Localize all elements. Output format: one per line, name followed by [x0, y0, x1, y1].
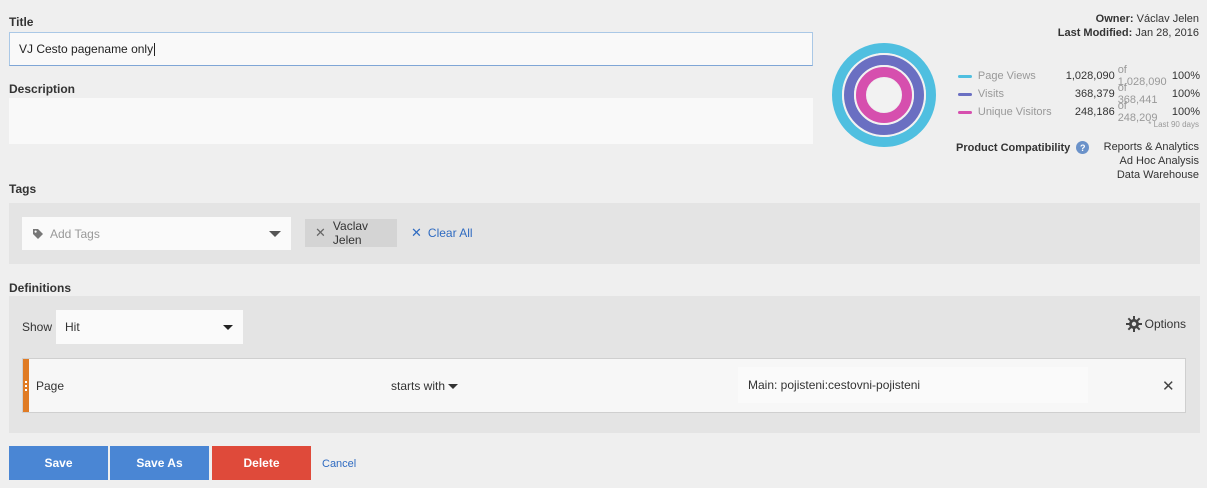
tags-dropdown-toggle[interactable]	[258, 217, 291, 250]
product-compatibility-list: Reports & Analytics Ad Hoc Analysis Data…	[1104, 140, 1199, 182]
drag-handle[interactable]	[23, 359, 29, 412]
owner-value: Václav Jelen	[1136, 13, 1199, 25]
rule-row: Page starts with Main: pojisteni:cestovn…	[22, 358, 1186, 413]
description-label: Description	[9, 82, 76, 96]
clear-all-label: Clear All	[427, 226, 473, 240]
delete-button[interactable]: Delete	[212, 446, 311, 480]
legend-percent: 100%	[1171, 88, 1200, 100]
legend-value: 1,028,090	[1065, 70, 1115, 82]
owner-line: Owner: Václav Jelen	[1096, 13, 1199, 25]
add-tags-input[interactable]: Add Tags	[22, 217, 291, 250]
summary-legend: Page Views 1,028,090 of 1,028,090 100% V…	[958, 64, 1200, 124]
gear-icon	[1125, 316, 1142, 332]
rule-value-input[interactable]: Main: pojisteni:cestovni-pojisteni	[738, 367, 1088, 403]
text-cursor	[154, 42, 156, 56]
legend-name: Visits	[977, 88, 1004, 100]
legend-value: 368,379	[1074, 88, 1115, 100]
options-button[interactable]: Options	[1125, 316, 1186, 332]
description-input[interactable]	[9, 98, 813, 144]
legend-value: 248,186	[1074, 106, 1115, 118]
show-select-value: Hit	[65, 320, 80, 334]
legend-percent: 100%	[1171, 70, 1200, 82]
last-modified-value: Jan 28, 2016	[1135, 27, 1199, 39]
owner-label: Owner:	[1095, 13, 1134, 25]
title-input[interactable]: VJ Cesto pagename only	[9, 32, 813, 66]
cancel-link[interactable]: Cancel	[322, 458, 356, 470]
chevron-down-icon	[223, 324, 233, 330]
options-label: Options	[1144, 317, 1186, 331]
legend-swatch	[958, 92, 972, 96]
title-input-value: VJ Cesto pagename only	[19, 42, 154, 56]
product-compatibility: Product Compatibility ?	[956, 141, 1090, 154]
rule-operator-label: starts with	[391, 379, 446, 393]
tag-chip: ✕ Vaclav Jelen	[305, 219, 397, 247]
title-label: Title	[9, 15, 34, 29]
definitions-label: Definitions	[9, 281, 71, 295]
summary-ring-chart	[832, 43, 936, 147]
compat-product: Data Warehouse	[1116, 169, 1199, 181]
legend-swatch	[958, 74, 972, 78]
add-tags-placeholder: Add Tags	[50, 226, 100, 241]
legend-percent: 100%	[1171, 106, 1200, 118]
save-button[interactable]: Save	[9, 446, 108, 480]
legend-row-unique-visitors: Unique Visitors 248,186 of 248,209 100%	[958, 100, 1200, 124]
tag-chip-label: Vaclav Jelen	[332, 219, 369, 247]
last-90-days-note: * Last 90 days	[1148, 120, 1199, 129]
save-as-button[interactable]: Save As	[110, 446, 209, 480]
legend-name: Unique Visitors	[977, 106, 1052, 118]
rule-operator-select[interactable]: starts with	[391, 379, 459, 393]
tag-icon	[32, 228, 44, 240]
legend-swatch	[958, 110, 972, 114]
compat-product: Reports & Analytics	[1103, 141, 1199, 153]
legend-name: Page Views	[977, 70, 1036, 82]
remove-rule-icon[interactable]: ✕	[1162, 377, 1175, 395]
last-modified-label: Last Modified:	[1057, 27, 1133, 39]
remove-tag-icon[interactable]: ✕	[315, 225, 326, 241]
last-modified-line: Last Modified: Jan 28, 2016	[1058, 27, 1199, 39]
clear-all-tags-link[interactable]: ✕ Clear All	[411, 225, 473, 241]
rule-dimension: Page	[36, 379, 65, 393]
product-compatibility-label: Product Compatibility	[956, 141, 1071, 154]
show-select[interactable]: Hit	[56, 310, 243, 344]
compat-product: Ad Hoc Analysis	[1119, 155, 1199, 167]
chevron-down-icon	[268, 230, 281, 237]
chevron-down-icon	[448, 383, 459, 389]
show-label: Show	[22, 320, 53, 334]
help-icon[interactable]: ?	[1076, 141, 1090, 154]
tags-label: Tags	[9, 182, 37, 196]
close-icon: ✕	[411, 225, 422, 240]
